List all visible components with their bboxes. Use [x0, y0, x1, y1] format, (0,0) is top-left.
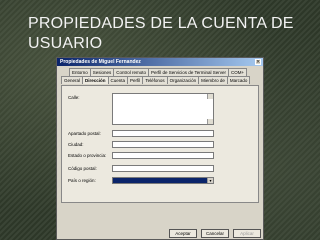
tab-organizacion[interactable]: Organización	[166, 76, 200, 84]
aplicar-button[interactable]: Aplicar	[233, 229, 261, 238]
direccion-panel: Calle: Apartado postal: Ciudad: Estado o…	[61, 85, 259, 203]
tab-sesiones[interactable]: Sesiones	[89, 68, 115, 76]
apartado-input[interactable]	[112, 130, 214, 137]
tab-miembro-de[interactable]: Miembro de	[198, 76, 228, 84]
calle-textarea[interactable]	[112, 93, 214, 125]
tab-perfil-terminal-server[interactable]: Perfil de Servicios de Terminal Server	[148, 68, 229, 76]
pais-select[interactable]: ▾	[112, 177, 214, 184]
codigo-label: Código postal:	[68, 166, 97, 171]
apartado-label: Apartado postal:	[68, 131, 101, 136]
dialog-title: Propiedades de Miguel Fernandez	[60, 59, 141, 65]
estado-input[interactable]	[112, 152, 214, 159]
close-icon[interactable]: ×	[255, 59, 261, 65]
cancelar-button[interactable]: Cancelar	[201, 229, 229, 238]
tab-com-plus[interactable]: COM+	[228, 68, 248, 76]
tab-direccion[interactable]: Dirección	[82, 76, 109, 84]
tab-general[interactable]: General	[61, 76, 84, 84]
tab-row-2: General Dirección Cuenta Perfil Teléfono…	[61, 76, 261, 84]
tab-row-1: Entorno Sesiones Control remoto Perfil d…	[61, 68, 261, 76]
calle-label: Calle:	[68, 95, 80, 100]
aceptar-button[interactable]: Aceptar	[169, 229, 197, 238]
pais-label: País o región:	[68, 178, 96, 183]
tab-cuenta[interactable]: Cuenta	[107, 76, 129, 84]
tab-entorno[interactable]: Entorno	[69, 68, 91, 76]
scroll-down-icon[interactable]	[207, 119, 213, 124]
estado-label: Estado o provincia:	[68, 153, 107, 158]
tab-telefonos[interactable]: Teléfonos	[142, 76, 168, 84]
ciudad-input[interactable]	[112, 141, 214, 148]
slide-title: PROPIEDADES DE LA CUENTA DE USUARIO	[28, 15, 294, 52]
properties-dialog: Propiedades de Miguel Fernandez × Entorn…	[56, 57, 264, 240]
tab-perfil[interactable]: Perfil	[127, 76, 144, 84]
codigo-input[interactable]	[112, 165, 214, 172]
chevron-down-icon[interactable]: ▾	[207, 178, 213, 183]
scroll-up-icon[interactable]	[207, 94, 213, 99]
dialog-titlebar: Propiedades de Miguel Fernandez	[57, 58, 263, 66]
tab-control-remoto[interactable]: Control remoto	[113, 68, 150, 76]
tab-marcado[interactable]: Marcado	[226, 76, 251, 84]
ciudad-label: Ciudad:	[68, 142, 84, 147]
